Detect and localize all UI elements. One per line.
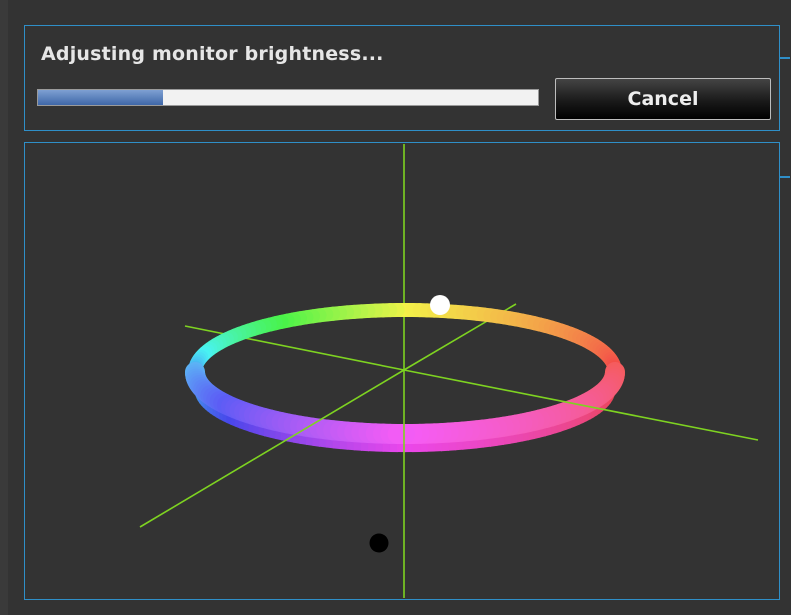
color-ring-visualization <box>139 144 759 598</box>
black-point-icon <box>369 533 389 553</box>
brightness-calibration-window: Adjusting monitor brightness... Cancel <box>0 0 791 615</box>
white-point-icon <box>430 295 450 315</box>
hue-ring <box>185 303 625 453</box>
